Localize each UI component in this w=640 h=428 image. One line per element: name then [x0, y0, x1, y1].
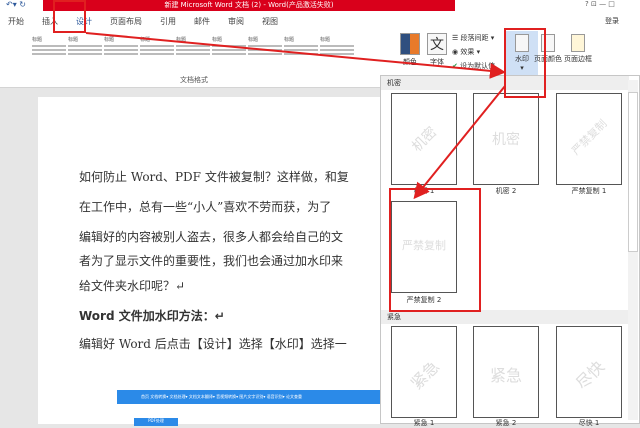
- arrow: [413, 85, 506, 200]
- annotation-arrows: [85, 32, 506, 200]
- arrow: [85, 32, 506, 79]
